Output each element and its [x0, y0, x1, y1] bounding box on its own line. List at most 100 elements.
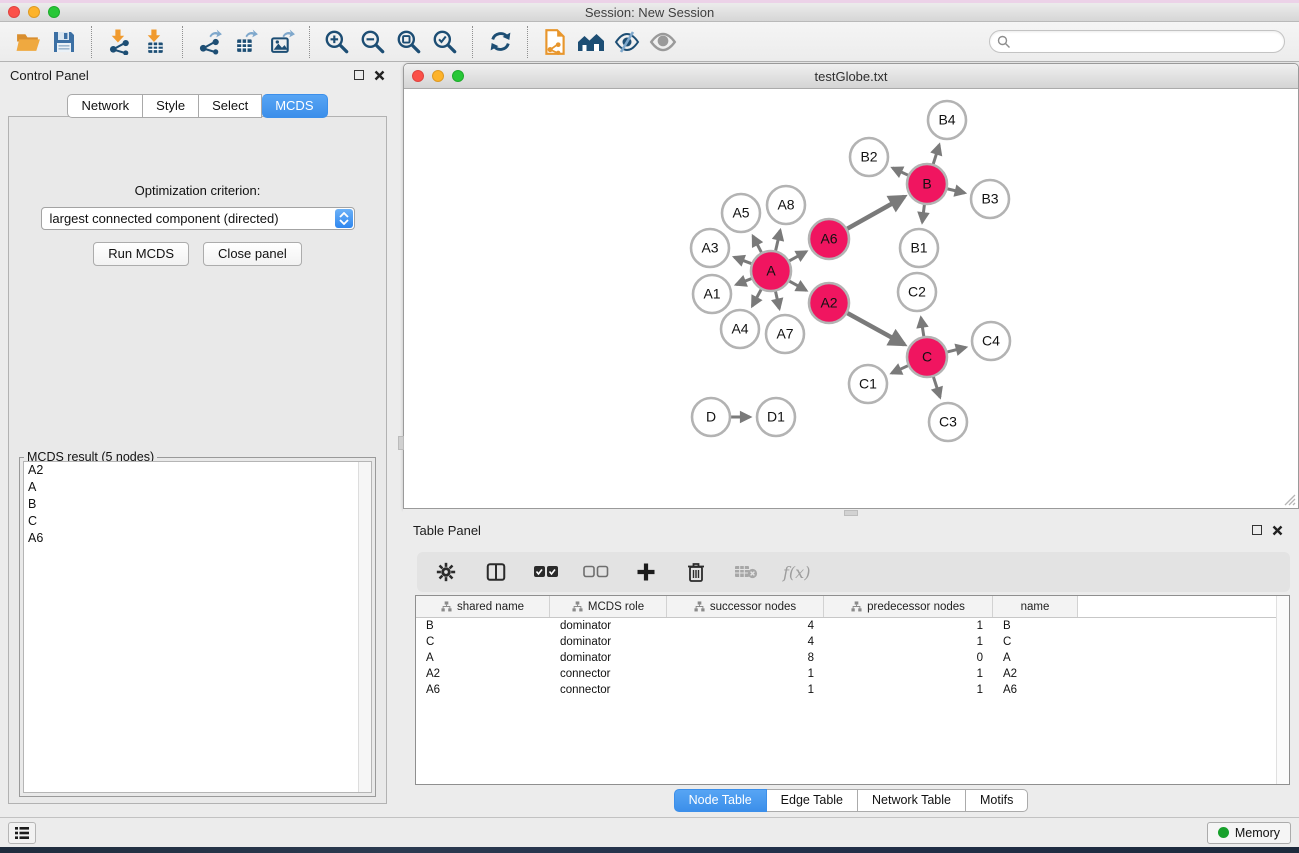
minimize-window-button[interactable]	[28, 6, 40, 18]
column-header-predecessor-nodes[interactable]: predecessor nodes	[824, 596, 993, 617]
tab-edge-table[interactable]: Edge Table	[767, 789, 858, 812]
import-table-button[interactable]	[137, 25, 173, 59]
mcds-result-item[interactable]: B	[24, 496, 371, 513]
table-cell[interactable]: 4	[667, 620, 824, 632]
zoom-in-button[interactable]	[319, 25, 355, 59]
hide-graphics-details-button[interactable]	[609, 25, 645, 59]
select-all-columns-button[interactable]	[533, 559, 559, 585]
edge-A-A4[interactable]	[752, 289, 761, 306]
table-cell[interactable]: connector	[550, 684, 667, 696]
graph-node-A8[interactable]: A8	[767, 186, 805, 224]
table-cell[interactable]: dominator	[550, 620, 667, 632]
float-table-panel-icon[interactable]	[1252, 525, 1262, 535]
horizontal-splitter[interactable]	[403, 509, 1299, 517]
table-cell[interactable]: 1	[824, 636, 993, 648]
tab-network[interactable]: Network	[67, 94, 143, 118]
graph-node-B2[interactable]: B2	[850, 138, 888, 176]
float-panel-icon[interactable]	[354, 70, 364, 80]
graph-node-C4[interactable]: C4	[972, 322, 1010, 360]
graph-node-C1[interactable]: C1	[849, 365, 887, 403]
graph-node-A4[interactable]: A4	[721, 310, 759, 348]
graph-node-B4[interactable]: B4	[928, 101, 966, 139]
tab-network-table[interactable]: Network Table	[858, 789, 966, 812]
close-table-panel-icon[interactable]	[1272, 525, 1283, 536]
close-network-window-button[interactable]	[412, 70, 424, 82]
table-cell[interactable]: A	[416, 652, 550, 664]
delete-column-button[interactable]	[683, 559, 709, 585]
home-button[interactable]	[573, 25, 609, 59]
export-image-button[interactable]	[264, 25, 300, 59]
close-window-button[interactable]	[8, 6, 20, 18]
graph-node-A1[interactable]: A1	[693, 275, 731, 313]
edge-B-B1[interactable]	[922, 204, 924, 222]
function-builder-button[interactable]: f(x)	[783, 559, 810, 585]
zoom-network-window-button[interactable]	[452, 70, 464, 82]
table-row[interactable]: Bdominator41B	[416, 618, 1289, 634]
zoom-selected-button[interactable]	[427, 25, 463, 59]
table-cell[interactable]: A2	[993, 668, 1078, 680]
table-row[interactable]: A6connector11A6	[416, 682, 1289, 698]
table-cell[interactable]: connector	[550, 668, 667, 680]
table-cell[interactable]: 0	[824, 652, 993, 664]
refresh-layout-button[interactable]	[482, 25, 518, 59]
import-network-button[interactable]	[101, 25, 137, 59]
column-header-successor-nodes[interactable]: successor nodes	[667, 596, 824, 617]
graph-node-B3[interactable]: B3	[971, 180, 1009, 218]
graph-node-C2[interactable]: C2	[898, 273, 936, 311]
save-session-button[interactable]	[46, 25, 82, 59]
edge-C-C4[interactable]	[946, 347, 965, 352]
tab-node-table[interactable]: Node Table	[674, 789, 767, 812]
graph-node-A[interactable]: A	[751, 251, 791, 291]
tab-mcds[interactable]: MCDS	[262, 94, 327, 118]
edge-A-A1[interactable]	[736, 278, 752, 284]
edge-A-A6[interactable]	[789, 252, 807, 262]
table-cell[interactable]: A6	[416, 684, 550, 696]
edge-C-C2[interactable]	[921, 318, 924, 338]
table-cell[interactable]: 4	[667, 636, 824, 648]
edge-A-A7[interactable]	[775, 291, 779, 309]
column-header-name[interactable]: name	[993, 596, 1078, 617]
table-cell[interactable]: C	[416, 636, 550, 648]
task-history-button[interactable]	[8, 822, 36, 844]
table-cell[interactable]: 1	[824, 620, 993, 632]
table-row[interactable]: A2connector11A2	[416, 666, 1289, 682]
mcds-result-list[interactable]: A2ABCA6	[23, 461, 372, 793]
open-session-button[interactable]	[10, 25, 46, 59]
tab-style[interactable]: Style	[143, 94, 199, 118]
table-scrollbar-track[interactable]	[1276, 596, 1289, 784]
table-cell[interactable]: A	[993, 652, 1078, 664]
zoom-fit-button[interactable]	[391, 25, 427, 59]
node-table[interactable]: shared nameMCDS rolesuccessor nodesprede…	[415, 595, 1290, 785]
search-field[interactable]	[989, 30, 1285, 53]
table-cell[interactable]: 1	[667, 684, 824, 696]
edge-B-B3[interactable]	[946, 189, 964, 193]
memory-button[interactable]: Memory	[1207, 822, 1291, 844]
mcds-result-item[interactable]: A	[24, 479, 371, 496]
export-network-button[interactable]	[192, 25, 228, 59]
mcds-result-item[interactable]: A6	[24, 530, 371, 547]
table-cell[interactable]: A6	[993, 684, 1078, 696]
zoom-window-button[interactable]	[48, 6, 60, 18]
graph-node-C3[interactable]: C3	[929, 403, 967, 441]
graph-node-A6[interactable]: A6	[809, 219, 849, 259]
edge-A2-C[interactable]	[847, 313, 905, 345]
edge-C-C3[interactable]	[933, 376, 940, 397]
close-panel-icon[interactable]	[374, 70, 385, 81]
splitter-knob[interactable]	[844, 510, 858, 516]
close-panel-button[interactable]: Close panel	[203, 242, 302, 266]
network-window-titlebar[interactable]: testGlobe.txt	[404, 64, 1298, 89]
edge-A6-B[interactable]	[846, 197, 904, 229]
mcds-result-item[interactable]: C	[24, 513, 371, 530]
show-eye-button[interactable]	[645, 25, 681, 59]
unselect-all-columns-button[interactable]	[583, 559, 609, 585]
graph-node-A2[interactable]: A2	[809, 283, 849, 323]
graph-node-B1[interactable]: B1	[900, 229, 938, 267]
edge-C-C1[interactable]	[892, 365, 909, 373]
create-column-button[interactable]	[633, 559, 659, 585]
splitter-handle[interactable]	[398, 436, 404, 450]
table-cell[interactable]: B	[993, 620, 1078, 632]
graph-node-D[interactable]: D	[692, 398, 730, 436]
table-cell[interactable]: C	[993, 636, 1078, 648]
delete-table-button[interactable]	[733, 559, 759, 585]
minimize-network-window-button[interactable]	[432, 70, 444, 82]
